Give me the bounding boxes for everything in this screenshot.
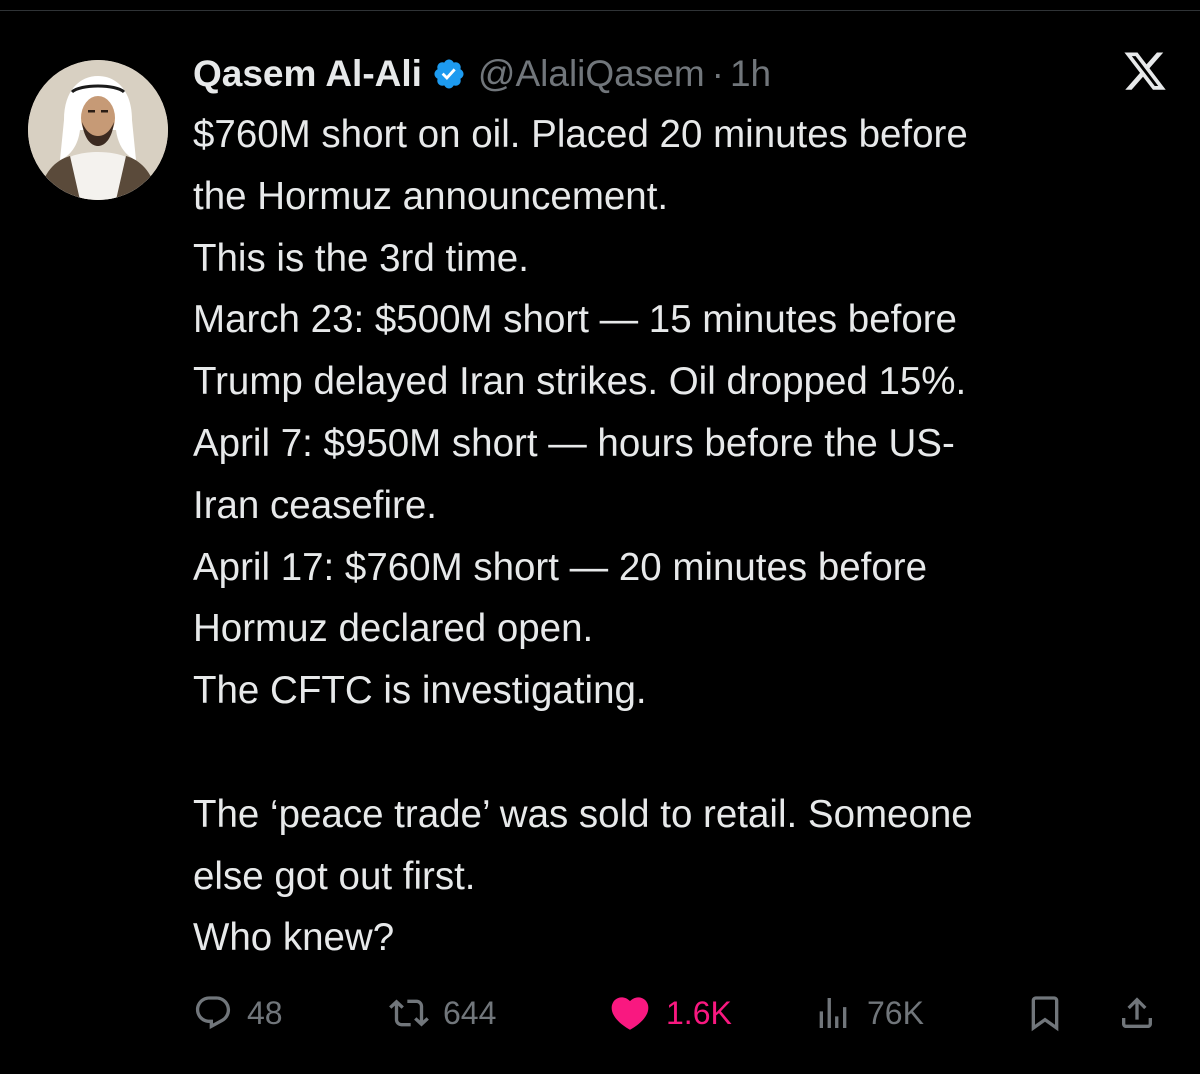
avatar[interactable] <box>28 60 168 200</box>
tweet-text-line: $760M short on oil. Placed 20 minutes be… <box>193 113 968 156</box>
x-logo-icon <box>1122 52 1168 96</box>
tweet-text-line: Iran ceasefire. <box>193 483 437 527</box>
tweet-text-line: the Hormuz announcement. <box>193 174 669 218</box>
bookmark-button[interactable] <box>1025 985 1065 1041</box>
bookmark-icon <box>1025 993 1065 1033</box>
tweet-text-line: else got out first. <box>193 854 476 898</box>
verified-badge-icon <box>432 57 466 91</box>
tweet-text-line: This is the 3rd time. <box>193 236 529 280</box>
like-count: 1.6K <box>666 994 732 1031</box>
tweet-text-line: The CFTC is investigating. <box>193 669 647 713</box>
like-button[interactable]: 1.6K <box>608 985 732 1041</box>
tweet-text-line: Hormuz declared open. <box>193 607 594 651</box>
retweet-count: 644 <box>443 994 497 1031</box>
tweet-text-line: Trump delayed Iran strikes. Oil dropped … <box>193 360 967 404</box>
tweet-text-line: March 23: $500M short — 15 minutes befor… <box>193 298 957 342</box>
tweet-text-line: The ‘peace trade’ was sold to retail. So… <box>193 792 973 836</box>
tweet-text-line: April 7: $950M short — hours before the … <box>193 421 955 465</box>
tweet-text-line: April 17: $760M short — 20 minutes befor… <box>193 545 928 589</box>
tweet-text-line: Who knew? <box>193 916 395 960</box>
heart-icon <box>608 991 652 1035</box>
tweet-header: Qasem Al-Ali @AlaliQasem · 1h <box>193 48 771 100</box>
header-separator: · <box>711 53 724 94</box>
views-button[interactable]: 76K <box>813 985 924 1041</box>
avatar-photo <box>28 60 168 200</box>
top-divider <box>0 10 1200 11</box>
author-display-name[interactable]: Qasem Al-Ali <box>193 53 422 95</box>
views-icon <box>813 993 853 1033</box>
tweet-text: $760M short on oil. Placed 20 minutes be… <box>193 104 1183 969</box>
author-handle[interactable]: @AlaliQasem <box>478 53 705 95</box>
share-icon <box>1117 993 1157 1033</box>
share-button[interactable] <box>1117 985 1157 1041</box>
post-timestamp[interactable]: 1h <box>730 53 771 95</box>
view-count: 76K <box>867 994 924 1031</box>
reply-count: 48 <box>247 994 283 1031</box>
retweet-icon <box>389 993 429 1033</box>
reply-button[interactable]: 48 <box>193 985 283 1041</box>
reply-icon <box>193 993 233 1033</box>
retweet-button[interactable]: 644 <box>389 985 496 1041</box>
action-bar: 48 644 1.6K 76K <box>193 985 1173 1041</box>
